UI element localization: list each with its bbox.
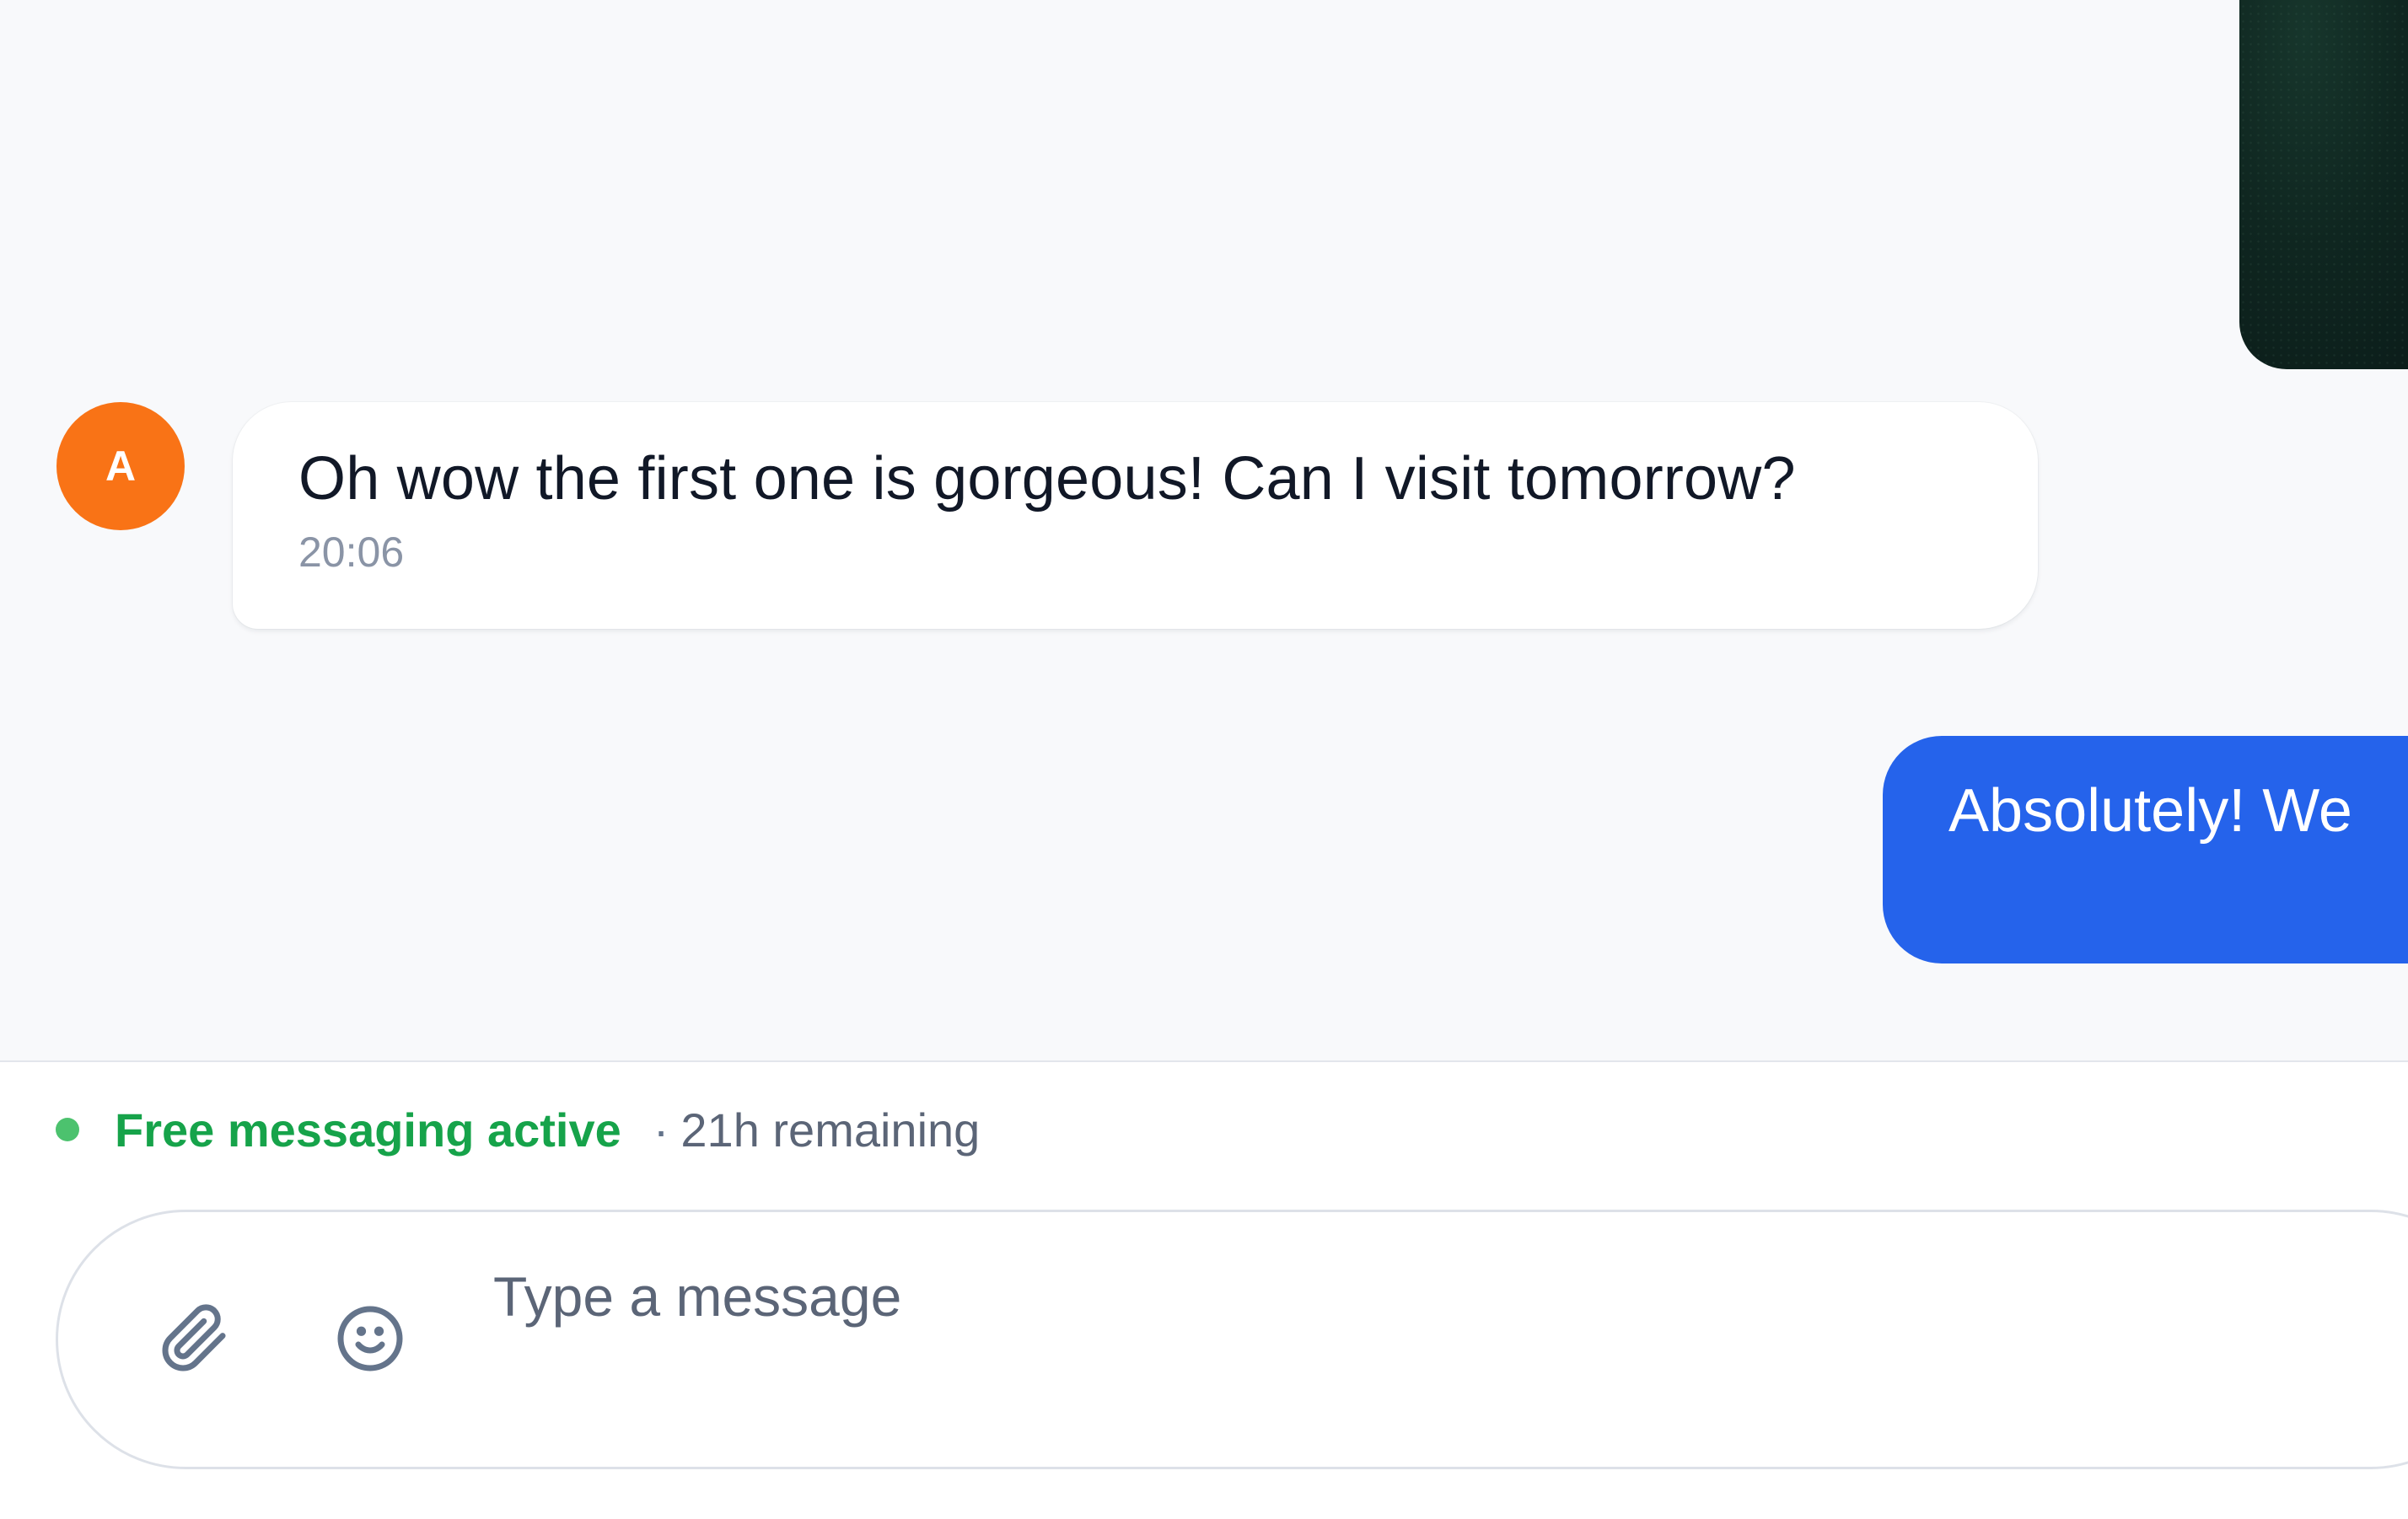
message-composer (56, 1210, 2408, 1469)
smiley-face-icon (337, 1306, 403, 1371)
messaging-status: Free messaging active · 21h remaining (56, 1100, 980, 1159)
emoji-button[interactable] (320, 1288, 421, 1389)
contact-avatar[interactable]: A (56, 402, 185, 530)
composer-panel: Free messaging active · 21h remaining (0, 1060, 2408, 1519)
attach-button[interactable] (144, 1288, 245, 1389)
incoming-message-bubble: Oh wow the first one is gorgeous! Can I … (233, 402, 2038, 629)
status-dot-icon (56, 1118, 79, 1141)
image-message-thumbnail[interactable] (2239, 0, 2408, 369)
incoming-message-text: Oh wow the first one is gorgeous! Can I … (298, 445, 1796, 513)
outgoing-message-bubble: Absolutely! We (1883, 736, 2408, 963)
status-remaining-time: 21h remaining (680, 1103, 981, 1157)
avatar-initial: A (105, 443, 137, 490)
incoming-message-time: 20:06 (298, 528, 405, 576)
message-input[interactable] (493, 1254, 2180, 1339)
outgoing-message-text: Absolutely! We (1948, 777, 2352, 845)
status-label: Free messaging active (115, 1103, 621, 1157)
paperclip-icon (162, 1304, 226, 1371)
status-separator: · (653, 1103, 669, 1157)
chat-messages-area: A Oh wow the first one is gorgeous! Can … (0, 0, 2408, 1060)
